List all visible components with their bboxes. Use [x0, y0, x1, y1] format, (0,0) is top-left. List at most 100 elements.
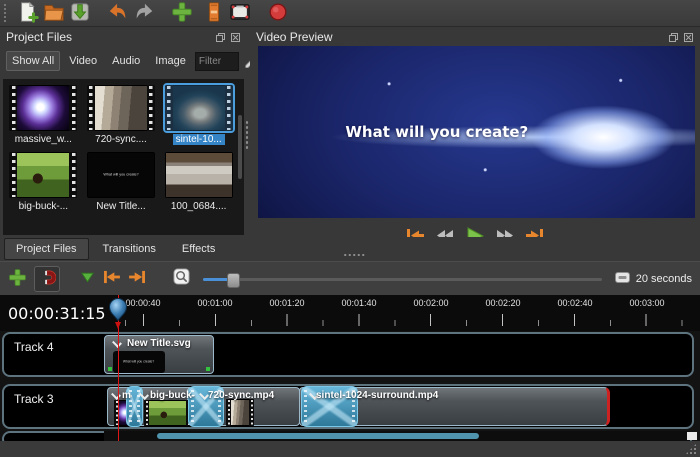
track-name: Track 4	[14, 340, 54, 354]
clip-thumbnail: What will you create?	[113, 351, 165, 373]
ruler-label: 00:02:20	[485, 298, 520, 308]
file-item-big-buck[interactable]: big-buck-...	[6, 152, 81, 212]
panel-splitter[interactable]	[245, 120, 249, 150]
import-files-button[interactable]	[169, 0, 195, 26]
video-preview-frame: What will you create?	[258, 46, 695, 218]
clip-label: New Title.svg	[127, 338, 191, 349]
clip-label: 720-sync.mp4	[208, 390, 274, 401]
filter-video-button[interactable]: Video	[63, 51, 103, 71]
clip-menu-chevron-icon[interactable]	[112, 338, 122, 348]
previous-marker-button[interactable]	[102, 270, 121, 287]
file-item-new-title[interactable]: What will you create? New Title...	[84, 152, 159, 212]
export-video-button[interactable]	[265, 0, 291, 26]
add-track-icon	[8, 268, 27, 290]
file-name: sintel-10...	[173, 134, 225, 145]
file-thumbnail	[165, 152, 233, 198]
clip-menu-chevron-icon[interactable]	[111, 390, 121, 400]
status-bar	[0, 441, 700, 457]
close-panel-button[interactable]	[229, 31, 241, 43]
file-name: big-buck-...	[19, 201, 68, 212]
file-item-massive[interactable]: massive_w...	[6, 85, 81, 145]
scrollbar-corner	[687, 432, 697, 440]
ruler-label: 00:02:00	[413, 298, 448, 308]
fullscreen-icon	[229, 1, 251, 26]
project-files-titlebar: Project Files	[0, 28, 247, 46]
dock-tabs: Project Files Transitions Effects	[0, 237, 700, 261]
filter-row: Show All Video Audio Image	[0, 46, 247, 75]
slider-track[interactable]	[203, 278, 602, 281]
fullscreen-button[interactable]	[227, 0, 253, 26]
open-project-button[interactable]	[41, 0, 67, 26]
track-name: Track 3	[14, 392, 54, 406]
redo-icon	[133, 1, 155, 26]
clip-thumbnail	[226, 399, 254, 426]
new-project-icon	[17, 1, 39, 26]
file-name: massive_w...	[15, 134, 72, 145]
clip-thumbnail	[144, 400, 191, 426]
undo-icon	[107, 1, 129, 26]
file-name: New Title...	[96, 201, 145, 212]
float-panel-button[interactable]	[214, 31, 226, 43]
clip-new-title[interactable]: New Title.svg What will you create?	[104, 335, 214, 374]
toolbar-drag-handle[interactable]	[4, 4, 11, 22]
file-thumbnail	[9, 85, 77, 131]
project-files-list: massive_w... 720-sync.... sintel-10... b…	[3, 79, 244, 235]
zoom-scale-icon	[615, 272, 630, 286]
tab-effects[interactable]: Effects	[170, 238, 227, 260]
timeline-hscrollbar-thumb[interactable]	[157, 433, 479, 439]
zoom-scale-text: 20 seconds	[636, 273, 692, 285]
playhead-handle[interactable]	[106, 297, 130, 338]
clip-big-buck[interactable]: big-buck-	[136, 387, 194, 426]
ruler-label: 00:01:00	[197, 298, 232, 308]
save-project-button[interactable]	[67, 0, 93, 26]
video-preview-title: Video Preview	[256, 30, 333, 44]
undo-button[interactable]	[105, 0, 131, 26]
zoom-scale-display: 20 seconds	[615, 272, 692, 286]
filter-audio-button[interactable]: Audio	[106, 51, 146, 71]
tab-project-files[interactable]: Project Files	[4, 238, 89, 260]
main-toolbar	[0, 0, 700, 27]
file-thumbnail	[9, 152, 77, 198]
choose-profile-button[interactable]	[201, 0, 227, 26]
clip-label: sintel-1024-surround.mp4	[316, 390, 438, 401]
clip-label: big-buck-	[150, 390, 195, 401]
clip-label: m	[122, 390, 131, 401]
track-4: Track 4 New Title.svg What will you crea…	[2, 332, 694, 377]
resize-grip[interactable]	[685, 443, 697, 455]
horizontal-splitter[interactable]	[343, 253, 365, 257]
file-name: 100_0684....	[171, 201, 227, 212]
filter-input[interactable]	[195, 52, 239, 71]
project-files-panel: Project Files Show All Video Audio Image…	[0, 28, 247, 237]
ruler-label: 00:02:40	[557, 298, 592, 308]
file-thumbnail: What will you create?	[87, 152, 155, 198]
filter-image-button[interactable]: Image	[149, 51, 192, 71]
float-panel-button[interactable]	[667, 31, 679, 43]
files-scrollbar[interactable]	[238, 115, 242, 179]
tab-transitions[interactable]: Transitions	[91, 238, 168, 260]
add-track-button[interactable]	[8, 268, 27, 290]
magnet-icon	[39, 269, 56, 289]
file-item-720-sync[interactable]: 720-sync....	[84, 85, 159, 145]
timeline-zoom-slider[interactable]	[203, 266, 602, 292]
slider-thumb[interactable]	[227, 273, 240, 288]
ruler-label: 00:01:40	[341, 298, 376, 308]
redo-button[interactable]	[131, 0, 157, 26]
timecode-display: 00:00:31:15	[0, 295, 106, 331]
file-item-photo[interactable]: 100_0684....	[161, 152, 236, 212]
add-marker-button[interactable]	[80, 270, 95, 287]
snapping-toggle-button[interactable]	[34, 266, 60, 292]
choose-profile-icon	[203, 1, 225, 26]
ruler-label: 00:03:00	[629, 298, 664, 308]
open-project-icon	[43, 1, 65, 26]
openshot-window: Project Files Show All Video Audio Image…	[0, 0, 700, 457]
file-item-sintel[interactable]: sintel-10...	[161, 85, 236, 145]
timeline-ruler[interactable]: 00:00:40 00:01:00 00:01:20 00:01:40 00:0…	[0, 295, 700, 331]
import-files-icon	[171, 1, 193, 26]
filter-show-all-button[interactable]: Show All	[6, 51, 60, 71]
new-project-button[interactable]	[15, 0, 41, 26]
project-files-title: Project Files	[6, 30, 72, 44]
save-project-icon	[69, 1, 91, 26]
close-panel-button[interactable]	[682, 31, 694, 43]
next-marker-button[interactable]	[128, 270, 147, 287]
file-name: 720-sync....	[95, 134, 147, 145]
